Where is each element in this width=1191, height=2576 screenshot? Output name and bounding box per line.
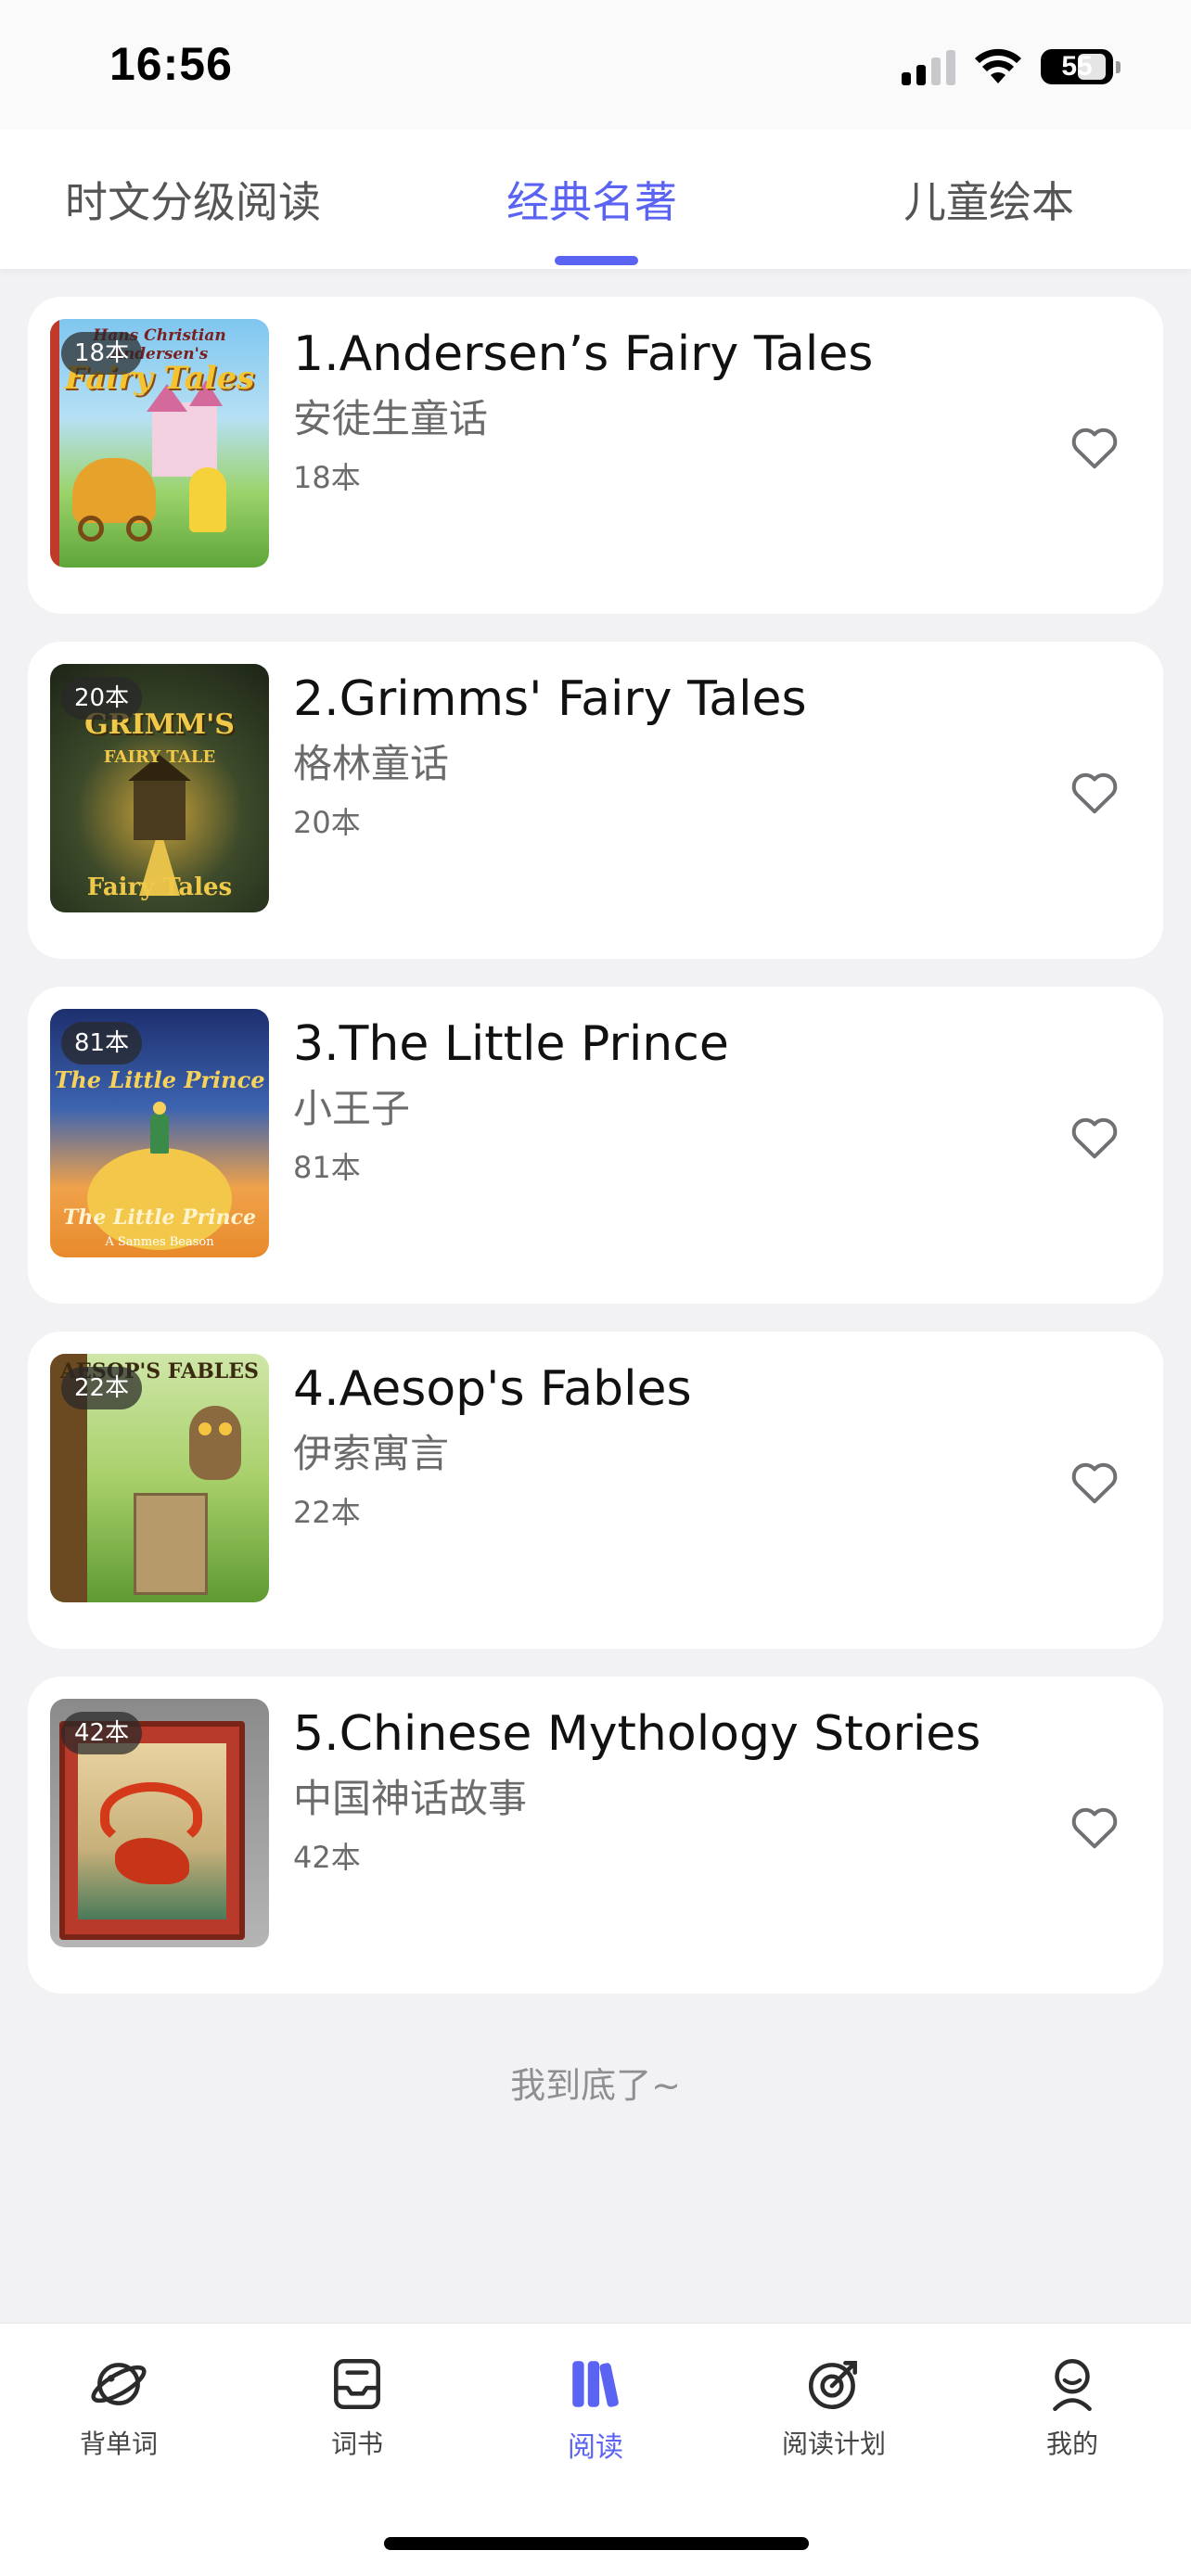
cover-count-badge: 18本 bbox=[61, 332, 143, 375]
cover-count-badge: 20本 bbox=[61, 677, 143, 720]
cover-top-text: The Little Prince bbox=[54, 1066, 265, 1093]
book-count: 81本 bbox=[293, 1150, 361, 1185]
favorite-heart-icon[interactable] bbox=[1067, 1454, 1122, 1510]
nav-label: 词书 bbox=[330, 2429, 383, 2459]
favorite-heart-icon[interactable] bbox=[1067, 1109, 1122, 1165]
book-subtitle: 伊索寓言 bbox=[293, 1431, 450, 1476]
nav-item-wordbook[interactable]: 词书 bbox=[264, 2353, 450, 2461]
book-count: 20本 bbox=[293, 805, 361, 840]
favorite-heart-icon[interactable] bbox=[1067, 764, 1122, 820]
book-subtitle: 安徒生童话 bbox=[293, 396, 489, 441]
book-card[interactable]: 42本 5.Chinese Mythology Stories 中国神话故事 4… bbox=[28, 1677, 1163, 1994]
cover-author-text: A Sanmes Beason bbox=[105, 1235, 214, 1249]
category-tabs: 时文分级阅读 经典名著 儿童绘本 bbox=[0, 130, 1191, 269]
nav-label: 阅读 bbox=[568, 2431, 623, 2464]
book-card[interactable]: Hans Christian Andersen's Fairy Tales 18… bbox=[28, 297, 1163, 614]
book-title: 2.Grimms' Fairy Tales bbox=[293, 671, 807, 727]
favorite-heart-icon[interactable] bbox=[1067, 1799, 1122, 1855]
status-time: 16:56 bbox=[109, 38, 233, 90]
book-title: 1.Andersen’s Fairy Tales bbox=[293, 326, 874, 382]
book-count: 22本 bbox=[293, 1495, 361, 1530]
book-card[interactable]: AESOP'S FABLES 22本 4.Aesop's Fables 伊索寓言… bbox=[28, 1332, 1163, 1649]
battery-icon: 55 bbox=[1041, 49, 1121, 84]
nav-label: 背单词 bbox=[79, 2429, 158, 2459]
cover-count-badge: 42本 bbox=[61, 1712, 143, 1754]
end-of-list-text: 我到底了~ bbox=[510, 2065, 681, 2106]
book-subtitle: 小王子 bbox=[293, 1086, 411, 1131]
book-count: 18本 bbox=[293, 460, 361, 495]
profile-icon bbox=[1053, 2358, 1092, 2412]
book-card[interactable]: GRIMM'S FAIRY TALE Fairy Tales 20本 2.Gri… bbox=[28, 642, 1163, 959]
book-card[interactable]: The Little Prince The Little Prince A Sa… bbox=[28, 987, 1163, 1304]
nav-label: 阅读计划 bbox=[781, 2429, 886, 2459]
nav-item-reading[interactable]: 阅读 bbox=[503, 2353, 688, 2465]
nav-label: 我的 bbox=[1045, 2429, 1098, 2459]
nav-item-vocabulary[interactable]: 背单词 bbox=[26, 2353, 211, 2461]
tab-classics[interactable]: 经典名著 bbox=[506, 169, 677, 230]
book-subtitle: 中国神话故事 bbox=[293, 1776, 528, 1821]
cover-title-text: The Little Prince bbox=[62, 1205, 257, 1230]
book-count: 42本 bbox=[293, 1840, 361, 1875]
cellular-signal-icon bbox=[902, 48, 955, 85]
cover-count-badge: 22本 bbox=[61, 1367, 143, 1409]
cover-top-text: FAIRY TALE bbox=[103, 747, 216, 767]
wifi-icon bbox=[975, 48, 1021, 83]
nav-item-reading-plan[interactable]: 阅读计划 bbox=[741, 2353, 927, 2461]
tab-current-reading[interactable]: 时文分级阅读 bbox=[65, 169, 321, 230]
book-tray-icon bbox=[334, 2358, 380, 2410]
target-icon bbox=[808, 2361, 857, 2410]
active-tab-indicator bbox=[555, 256, 638, 265]
book-subtitle: 格林童话 bbox=[293, 741, 450, 786]
book-title: 5.Chinese Mythology Stories bbox=[293, 1706, 981, 1762]
status-bar: 16:56 55 bbox=[0, 0, 1191, 130]
nav-item-profile[interactable]: 我的 bbox=[980, 2353, 1165, 2461]
cover-count-badge: 81本 bbox=[61, 1022, 143, 1065]
favorite-heart-icon[interactable] bbox=[1067, 419, 1122, 475]
status-icons: 55 bbox=[902, 43, 1121, 91]
tab-picture-books[interactable]: 儿童绘本 bbox=[903, 169, 1074, 230]
book-title: 3.The Little Prince bbox=[293, 1016, 729, 1072]
book-title: 4.Aesop's Fables bbox=[293, 1361, 692, 1417]
home-indicator bbox=[384, 2537, 809, 2550]
planet-icon bbox=[91, 2363, 147, 2405]
books-icon bbox=[572, 2361, 619, 2407]
battery-level: 55 bbox=[1061, 51, 1093, 82]
cover-bottom-text: Fairy Tales bbox=[86, 874, 233, 901]
